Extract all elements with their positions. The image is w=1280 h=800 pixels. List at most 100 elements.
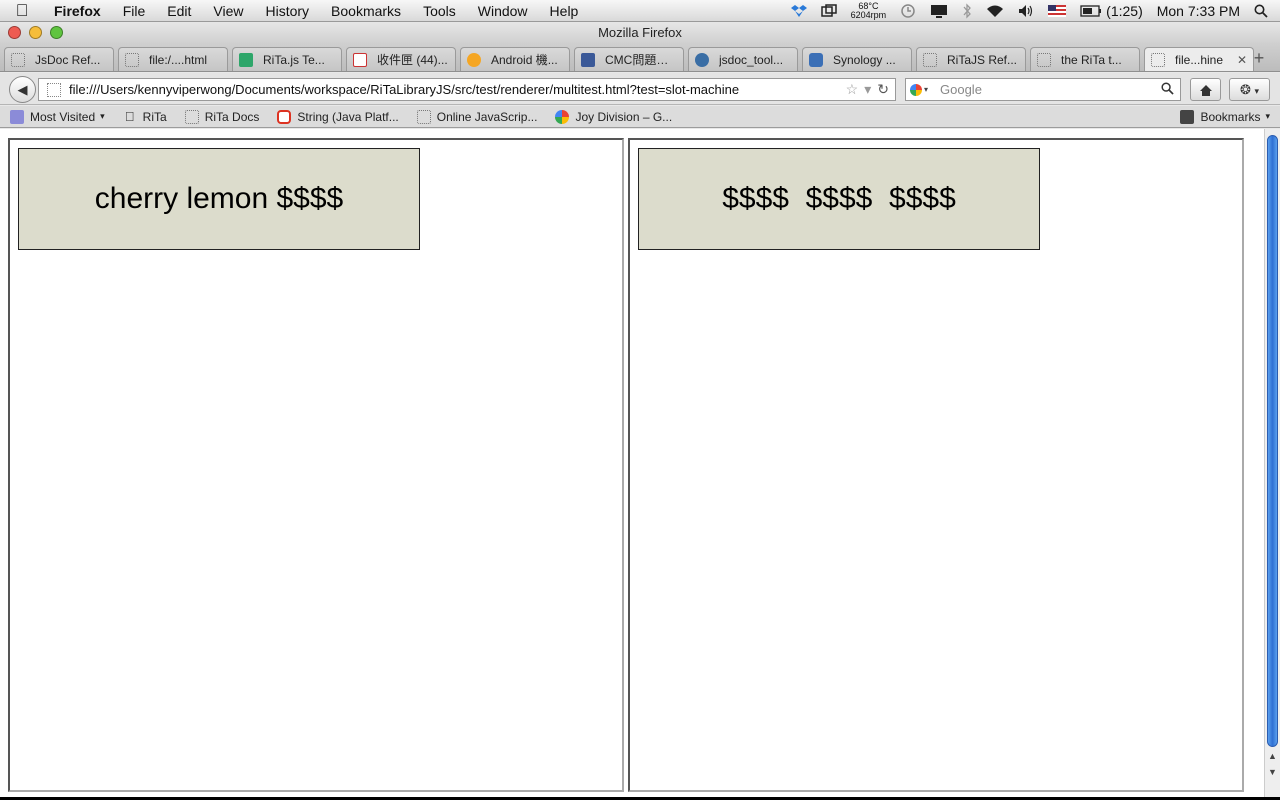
facebook-icon bbox=[581, 52, 595, 67]
tab[interactable]: 收件匣 (44)... bbox=[346, 47, 456, 71]
slot-text: $$$$ $$$$ $$$$ bbox=[722, 182, 956, 215]
battery-icon bbox=[1080, 5, 1102, 17]
menu-app-name[interactable]: Firefox bbox=[44, 0, 112, 22]
menu-history[interactable]: History bbox=[254, 0, 320, 22]
tab-label: Synology ... bbox=[833, 52, 896, 67]
tab[interactable]: CMC問題天... bbox=[574, 47, 684, 71]
menu-edit[interactable]: Edit bbox=[156, 0, 202, 22]
bookmarks-menu-icon bbox=[1180, 109, 1195, 124]
google-icon bbox=[555, 109, 570, 124]
new-tab-button[interactable]: + bbox=[1246, 47, 1272, 71]
close-window-button[interactable] bbox=[8, 26, 21, 39]
search-icon[interactable] bbox=[1161, 81, 1174, 98]
temperature-readout[interactable]: 68°C 6204rpm bbox=[851, 2, 887, 20]
clock[interactable]: Mon 7:33 PM bbox=[1157, 3, 1240, 19]
scrollbar-thumb[interactable] bbox=[1267, 135, 1278, 747]
bookmark-joy-division[interactable]: Joy Division – G... bbox=[555, 109, 672, 124]
search-placeholder: Google bbox=[940, 82, 982, 97]
bookmark-label: RiTa Docs bbox=[204, 109, 260, 124]
time-machine-icon[interactable] bbox=[900, 3, 916, 19]
page-icon bbox=[416, 109, 431, 124]
bluetooth-icon[interactable] bbox=[962, 3, 972, 19]
addon-button[interactable]: ❂ ▾ bbox=[1229, 78, 1270, 101]
back-button[interactable]: ◀ bbox=[9, 76, 36, 103]
menu-tools[interactable]: Tools bbox=[412, 0, 467, 22]
slot-machine-box: $$$$ $$$$ $$$$ bbox=[638, 148, 1040, 250]
window-controls bbox=[8, 26, 63, 39]
tab-label: file:/....html bbox=[149, 52, 208, 67]
tab-label: JsDoc Ref... bbox=[35, 52, 101, 67]
apple-icon[interactable]:  bbox=[0, 0, 44, 22]
tab-label: CMC問題天... bbox=[605, 53, 677, 67]
bookmark-rita-docs[interactable]: RiTa Docs bbox=[184, 109, 260, 124]
tab[interactable]: jsdoc_tool... bbox=[688, 47, 798, 71]
bookmark-star-icon[interactable]: ☆ bbox=[846, 81, 859, 98]
vertical-scrollbar[interactable]: ▲ ▼ bbox=[1264, 129, 1280, 797]
fan-value: 6204rpm bbox=[850, 10, 887, 20]
bookmark-string-java[interactable]: String (Java Platf... bbox=[277, 109, 399, 124]
dropbox-icon[interactable] bbox=[790, 4, 807, 18]
menu-file[interactable]: File bbox=[112, 0, 157, 22]
page-icon bbox=[184, 109, 199, 124]
addon-dropdown-icon: ▾ bbox=[1254, 86, 1260, 96]
menu-view[interactable]: View bbox=[202, 0, 254, 22]
volume-icon[interactable] bbox=[1018, 4, 1034, 18]
tab-label: the RiTa t... bbox=[1061, 52, 1122, 67]
search-bar[interactable]: ▾ Google bbox=[905, 78, 1181, 101]
reload-icon[interactable]: ↻ bbox=[877, 81, 889, 98]
bookmark-rita[interactable]:  RiTa bbox=[123, 109, 167, 124]
tab-label: RiTa.js Te... bbox=[263, 52, 325, 67]
home-button[interactable] bbox=[1190, 78, 1221, 101]
scroll-down-icon[interactable]: ▼ bbox=[1267, 767, 1278, 777]
slot-text: cherry lemon $$$$ bbox=[94, 182, 344, 215]
spotlight-icon[interactable] bbox=[1254, 4, 1268, 18]
display-icon[interactable] bbox=[930, 4, 948, 18]
wifi-icon[interactable] bbox=[986, 4, 1004, 18]
url-bar[interactable]: file:///Users/kennyviperwong/Documents/w… bbox=[38, 78, 896, 101]
tab[interactable]: Android 機... bbox=[460, 47, 570, 71]
bookmarks-menu-label: Bookmarks bbox=[1200, 109, 1261, 124]
bookmark-most-visited[interactable]: Most Visited ▾ bbox=[10, 109, 105, 124]
google-engine-icon[interactable]: ▾ bbox=[910, 82, 930, 98]
spreadsheet-icon bbox=[239, 52, 253, 67]
addon-icon: ❂ bbox=[1239, 82, 1251, 97]
chat-icon bbox=[467, 52, 481, 67]
bookmark-label: Online JavaScrip... bbox=[436, 109, 538, 124]
tab-active[interactable]: file...hine ✕ bbox=[1144, 47, 1254, 71]
tab[interactable]: RiTaJS Ref... bbox=[916, 47, 1026, 71]
tab[interactable]: Synology ... bbox=[802, 47, 912, 71]
tab-label: 收件匣 (44)... bbox=[377, 53, 448, 67]
right-render-frame: $$$$ $$$$ $$$$ bbox=[628, 138, 1244, 792]
bookmark-label: String (Java Platf... bbox=[297, 109, 399, 124]
menu-bookmarks[interactable]: Bookmarks bbox=[320, 0, 412, 22]
us-flag-icon[interactable] bbox=[1048, 5, 1067, 17]
tab-label: file...hine bbox=[1175, 52, 1224, 67]
page-icon bbox=[11, 52, 25, 67]
bookmark-label: Most Visited bbox=[30, 109, 96, 124]
page-icon bbox=[1151, 52, 1165, 67]
menu-window[interactable]: Window bbox=[467, 0, 539, 22]
tab[interactable]: JsDoc Ref... bbox=[4, 47, 114, 71]
gmail-icon bbox=[353, 52, 367, 67]
page-icon bbox=[923, 52, 937, 67]
tab[interactable]: the RiTa t... bbox=[1030, 47, 1140, 71]
url-dropdown-icon[interactable]: ▾ bbox=[864, 81, 871, 98]
battery-status[interactable]: (1:25) bbox=[1080, 3, 1143, 19]
minimize-window-button[interactable] bbox=[29, 26, 42, 39]
page-icon bbox=[1037, 52, 1051, 67]
tab[interactable]: RiTa.js Te... bbox=[232, 47, 342, 71]
site-identity-icon[interactable] bbox=[47, 82, 61, 97]
zoom-window-button[interactable] bbox=[50, 26, 63, 39]
scroll-up-icon[interactable]: ▲ bbox=[1267, 751, 1278, 761]
window-title-bar: Mozilla Firefox bbox=[0, 22, 1280, 44]
bookmarks-menu[interactable]: Bookmarks ▾ bbox=[1180, 109, 1270, 124]
navigation-bar: ◀ file:///Users/kennyviperwong/Documents… bbox=[0, 73, 1280, 105]
url-text: file:///Users/kennyviperwong/Documents/w… bbox=[69, 82, 740, 97]
menu-help[interactable]: Help bbox=[539, 0, 590, 22]
tab[interactable]: file:/....html bbox=[118, 47, 228, 71]
window-icon[interactable] bbox=[820, 4, 837, 18]
bookmark-online-javascript[interactable]: Online JavaScrip... bbox=[416, 109, 538, 124]
page-icon bbox=[125, 52, 139, 67]
apple-icon:  bbox=[123, 109, 137, 124]
bookmarks-bar: Most Visited ▾  RiTa RiTa Docs String (Ja… bbox=[0, 106, 1280, 128]
